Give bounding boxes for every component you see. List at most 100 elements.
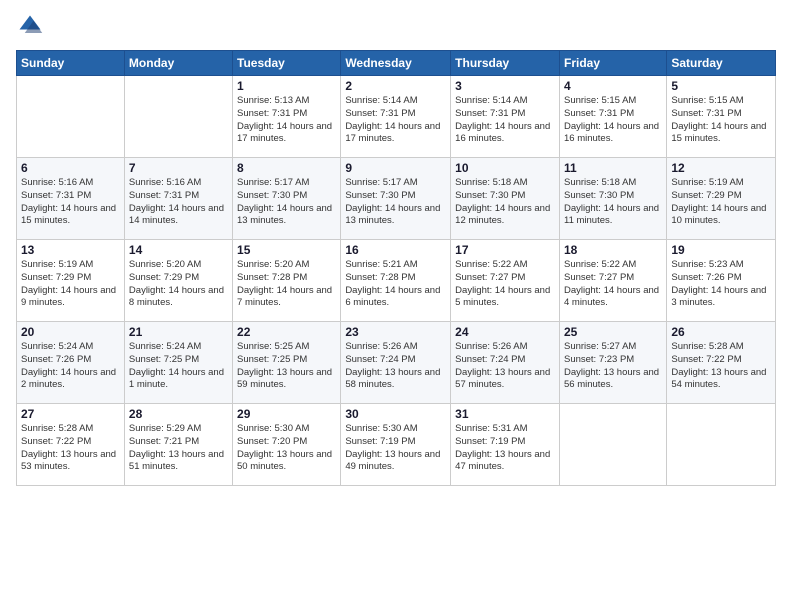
page: SundayMondayTuesdayWednesdayThursdayFrid… [0,0,792,612]
day-info: Sunrise: 5:15 AM Sunset: 7:31 PM Dayligh… [671,95,771,146]
day-number: 13 [21,243,120,257]
calendar-cell: 7 Sunrise: 5:16 AM Sunset: 7:31 PM Daylig… [124,158,232,240]
calendar-cell: 14Sunrise: 5:20 AM Sunset: 7:29 PM Dayli… [124,240,232,322]
calendar-cell: 22 Sunrise: 5:25 AM Sunset: 7:25 PM Dayli… [233,322,341,404]
calendar-week-row: 20Sunrise: 5:24 AM Sunset: 7:26 PM Dayli… [17,322,776,404]
day-info: Sunrise: 5:22 AM Sunset: 7:27 PM Dayligh… [564,259,662,310]
calendar-cell [124,76,232,158]
day-number: 2 [345,79,446,93]
calendar-cell: 13 Sunrise: 5:19 AM Sunset: 7:29 PM Dayli… [17,240,125,322]
day-info: Sunrise: 5:30 AM Sunset: 7:19 PM Dayligh… [345,423,446,474]
calendar-cell: 12 Sunrise: 5:19 AM Sunset: 7:29 PM Dayli… [667,158,776,240]
day-number: 22 [237,325,336,339]
calendar-cell: 16 Sunrise: 5:21 AM Sunset: 7:28 PM Dayli… [341,240,451,322]
calendar-cell: 29 Sunrise: 5:30 AM Sunset: 7:20 PM Dayli… [233,404,341,486]
day-info: Sunrise: 5:28 AM Sunset: 7:22 PM Dayligh… [671,341,771,392]
calendar: SundayMondayTuesdayWednesdayThursdayFrid… [16,50,776,486]
day-number: 5 [671,79,771,93]
day-number: 11 [564,161,662,175]
day-info: Sunrise: 5:17 AM Sunset: 7:30 PM Dayligh… [237,177,336,228]
calendar-cell: 30 Sunrise: 5:30 AM Sunset: 7:19 PM Dayli… [341,404,451,486]
day-info: Sunrise: 5:19 AM Sunset: 7:29 PM Dayligh… [671,177,771,228]
day-number: 18 [564,243,662,257]
day-number: 25 [564,325,662,339]
day-info: Sunrise: 5:26 AM Sunset: 7:24 PM Dayligh… [345,341,446,392]
day-info: Sunrise: 5:24 AM Sunset: 7:25 PM Dayligh… [129,341,228,392]
weekday-header: Tuesday [233,51,341,76]
calendar-week-row: 1 Sunrise: 5:13 AM Sunset: 7:31 PM Daylig… [17,76,776,158]
calendar-cell: 31 Sunrise: 5:31 AM Sunset: 7:19 PM Dayli… [451,404,560,486]
day-number: 10 [455,161,555,175]
calendar-cell: 17 Sunrise: 5:22 AM Sunset: 7:27 PM Dayli… [451,240,560,322]
calendar-header-row: SundayMondayTuesdayWednesdayThursdayFrid… [17,51,776,76]
day-info: Sunrise: 5:21 AM Sunset: 7:28 PM Dayligh… [345,259,446,310]
day-number: 30 [345,407,446,421]
calendar-cell [559,404,666,486]
day-info: Sunrise: 5:16 AM Sunset: 7:31 PM Dayligh… [21,177,120,228]
day-number: 4 [564,79,662,93]
logo [16,12,48,40]
day-number: 17 [455,243,555,257]
calendar-cell: 2 Sunrise: 5:14 AM Sunset: 7:31 PM Daylig… [341,76,451,158]
day-number: 28 [129,407,228,421]
day-number: 27 [21,407,120,421]
day-number: 23 [345,325,446,339]
calendar-cell: 27 Sunrise: 5:28 AM Sunset: 7:22 PM Dayli… [17,404,125,486]
day-number: 31 [455,407,555,421]
day-number: 9 [345,161,446,175]
day-info: Sunrise: 5:28 AM Sunset: 7:22 PM Dayligh… [21,423,120,474]
calendar-week-row: 13 Sunrise: 5:19 AM Sunset: 7:29 PM Dayli… [17,240,776,322]
logo-icon [16,12,44,40]
day-info: Sunrise: 5:27 AM Sunset: 7:23 PM Dayligh… [564,341,662,392]
day-number: 29 [237,407,336,421]
day-number: 3 [455,79,555,93]
calendar-cell: 18 Sunrise: 5:22 AM Sunset: 7:27 PM Dayli… [559,240,666,322]
calendar-cell: 28Sunrise: 5:29 AM Sunset: 7:21 PM Dayli… [124,404,232,486]
day-info: Sunrise: 5:25 AM Sunset: 7:25 PM Dayligh… [237,341,336,392]
day-number: 1 [237,79,336,93]
calendar-cell: 4 Sunrise: 5:15 AM Sunset: 7:31 PM Daylig… [559,76,666,158]
header [16,12,776,40]
day-number: 6 [21,161,120,175]
calendar-cell: 1 Sunrise: 5:13 AM Sunset: 7:31 PM Daylig… [233,76,341,158]
calendar-cell: 3 Sunrise: 5:14 AM Sunset: 7:31 PM Daylig… [451,76,560,158]
day-info: Sunrise: 5:19 AM Sunset: 7:29 PM Dayligh… [21,259,120,310]
day-number: 14 [129,243,228,257]
day-info: Sunrise: 5:31 AM Sunset: 7:19 PM Dayligh… [455,423,555,474]
calendar-cell: 5 Sunrise: 5:15 AM Sunset: 7:31 PM Daylig… [667,76,776,158]
calendar-cell: 9Sunrise: 5:17 AM Sunset: 7:30 PM Daylig… [341,158,451,240]
day-info: Sunrise: 5:20 AM Sunset: 7:28 PM Dayligh… [237,259,336,310]
day-info: Sunrise: 5:30 AM Sunset: 7:20 PM Dayligh… [237,423,336,474]
calendar-cell: 25 Sunrise: 5:27 AM Sunset: 7:23 PM Dayli… [559,322,666,404]
day-info: Sunrise: 5:16 AM Sunset: 7:31 PM Dayligh… [129,177,228,228]
day-number: 7 [129,161,228,175]
calendar-cell [17,76,125,158]
day-info: Sunrise: 5:13 AM Sunset: 7:31 PM Dayligh… [237,95,336,146]
day-number: 15 [237,243,336,257]
weekday-header: Saturday [667,51,776,76]
weekday-header: Monday [124,51,232,76]
day-number: 21 [129,325,228,339]
day-number: 26 [671,325,771,339]
calendar-cell: 8 Sunrise: 5:17 AM Sunset: 7:30 PM Daylig… [233,158,341,240]
day-info: Sunrise: 5:14 AM Sunset: 7:31 PM Dayligh… [455,95,555,146]
weekday-header: Friday [559,51,666,76]
calendar-cell: 23 Sunrise: 5:26 AM Sunset: 7:24 PM Dayli… [341,322,451,404]
weekday-header: Thursday [451,51,560,76]
weekday-header: Wednesday [341,51,451,76]
day-info: Sunrise: 5:22 AM Sunset: 7:27 PM Dayligh… [455,259,555,310]
day-number: 8 [237,161,336,175]
calendar-cell: 6 Sunrise: 5:16 AM Sunset: 7:31 PM Daylig… [17,158,125,240]
calendar-week-row: 6 Sunrise: 5:16 AM Sunset: 7:31 PM Daylig… [17,158,776,240]
calendar-cell: 20Sunrise: 5:24 AM Sunset: 7:26 PM Dayli… [17,322,125,404]
calendar-cell: 11Sunrise: 5:18 AM Sunset: 7:30 PM Dayli… [559,158,666,240]
day-info: Sunrise: 5:26 AM Sunset: 7:24 PM Dayligh… [455,341,555,392]
calendar-cell: 10 Sunrise: 5:18 AM Sunset: 7:30 PM Dayli… [451,158,560,240]
day-number: 12 [671,161,771,175]
day-info: Sunrise: 5:18 AM Sunset: 7:30 PM Dayligh… [455,177,555,228]
day-number: 16 [345,243,446,257]
calendar-week-row: 27 Sunrise: 5:28 AM Sunset: 7:22 PM Dayli… [17,404,776,486]
day-info: Sunrise: 5:15 AM Sunset: 7:31 PM Dayligh… [564,95,662,146]
day-info: Sunrise: 5:14 AM Sunset: 7:31 PM Dayligh… [345,95,446,146]
day-number: 24 [455,325,555,339]
